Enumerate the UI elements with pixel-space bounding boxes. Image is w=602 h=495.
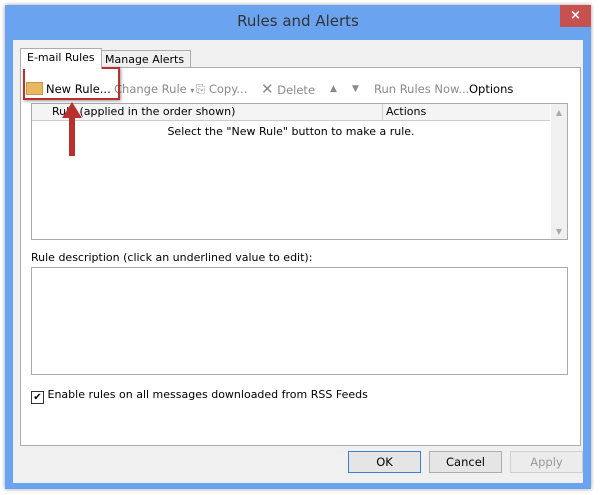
description-label: Rule description (click an underlined va…	[31, 251, 313, 264]
empty-message: Select the "New Rule" button to make a r…	[167, 125, 415, 138]
scrollbar[interactable]: ▲ ▼	[551, 104, 567, 239]
copy-button[interactable]: ⎘ Copy...	[196, 81, 247, 97]
scroll-up-icon[interactable]: ▲	[551, 108, 567, 117]
change-rule-label: Change Rule	[114, 82, 187, 96]
dialog-client: E-mail Rules Manage Alerts New Rule... C…	[13, 40, 583, 483]
dropdown-arrow-icon: ▾	[190, 86, 195, 95]
highlight-box	[23, 67, 120, 100]
rule-description-box[interactable]	[31, 267, 568, 375]
copy-icon: ⎘	[196, 82, 206, 96]
tab-panel: New Rule... Change Rule ▾ ⎘ Copy... ✕ De…	[20, 67, 581, 446]
dialog-title: Rules and Alerts	[237, 12, 359, 30]
column-actions[interactable]: Actions	[382, 104, 426, 120]
delete-label: Delete	[277, 83, 316, 97]
cancel-button[interactable]: Cancel	[429, 451, 502, 473]
apply-button[interactable]: Apply	[510, 451, 583, 473]
ok-button[interactable]: OK	[348, 451, 421, 473]
tab-manage-alerts[interactable]: Manage Alerts	[98, 50, 192, 68]
rss-checkbox-row[interactable]: ✔ Enable rules on all messages downloade…	[31, 388, 368, 404]
rules-list[interactable]: Rule (applied in the order shown) Action…	[31, 103, 568, 240]
close-button[interactable]: ×	[560, 5, 591, 27]
pointer-arrow-icon	[62, 102, 82, 156]
rss-checkbox-label: Enable rules on all messages downloaded …	[47, 388, 368, 401]
down-arrow-icon: ▼	[352, 84, 359, 94]
copy-label: Copy...	[208, 82, 248, 96]
move-down-button[interactable]: ▼	[352, 81, 359, 97]
delete-x-icon: ✕	[261, 80, 274, 98]
move-up-button[interactable]: ▲	[330, 81, 337, 97]
up-arrow-icon: ▲	[330, 84, 337, 94]
run-rules-now-button[interactable]: Run Rules Now...	[374, 81, 469, 97]
tab-email-rules[interactable]: E-mail Rules	[20, 48, 102, 69]
rss-checkbox[interactable]: ✔	[31, 391, 44, 404]
scroll-down-icon[interactable]: ▼	[551, 227, 567, 236]
options-button[interactable]: Options	[469, 81, 513, 97]
list-header: Rule (applied in the order shown) Action…	[32, 104, 550, 121]
delete-button[interactable]: ✕ Delete	[261, 81, 315, 97]
change-rule-button[interactable]: Change Rule ▾	[114, 81, 194, 97]
